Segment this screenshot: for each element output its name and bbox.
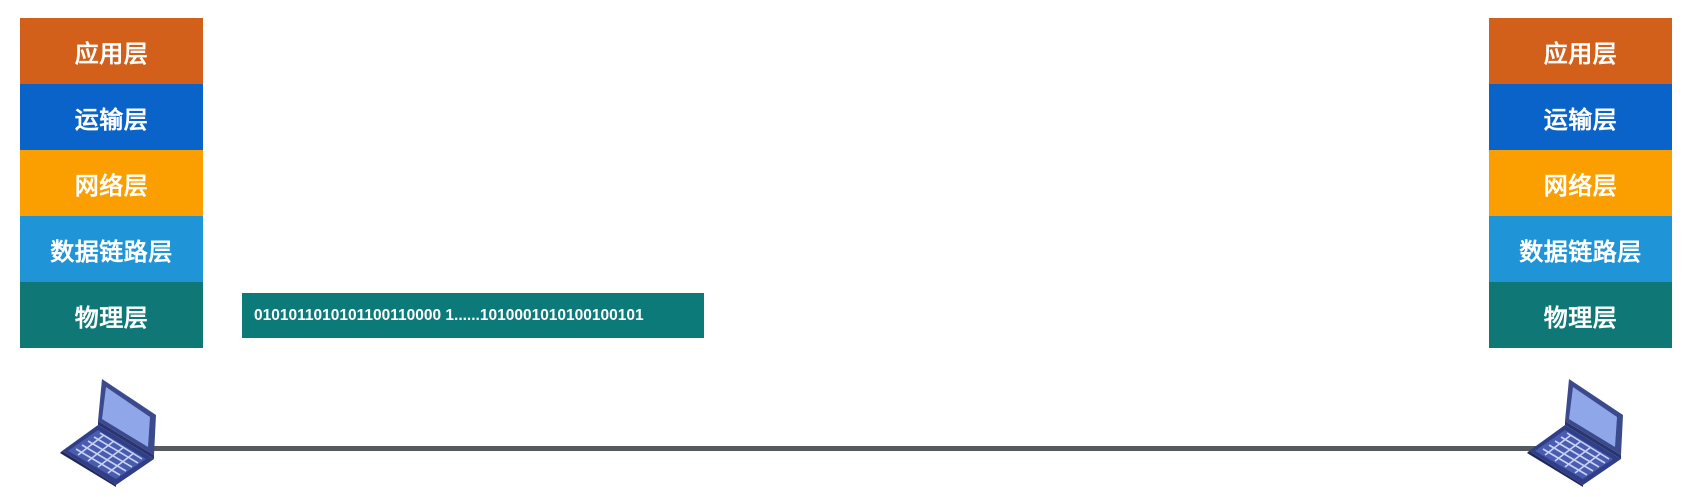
bitstream-label: 0101011010101100110000 1......1010001010… — [242, 293, 704, 338]
laptop-icon — [1527, 379, 1623, 487]
right-laptop-icon — [1525, 377, 1635, 487]
right-physical-layer: 物理层 — [1489, 282, 1672, 348]
left-physical-layer: 物理层 — [20, 282, 203, 348]
left-network-layer: 网络层 — [20, 150, 203, 216]
left-application-layer: 应用层 — [20, 18, 203, 84]
right-application-layer: 应用层 — [1489, 18, 1672, 84]
right-data-link-layer: 数据链路层 — [1489, 216, 1672, 282]
right-host-protocol-stack: 应用层 运输层 网络层 数据链路层 物理层 — [1489, 18, 1672, 348]
left-host-protocol-stack: 应用层 运输层 网络层 数据链路层 物理层 — [20, 18, 203, 348]
left-transport-layer: 运输层 — [20, 84, 203, 150]
left-data-link-layer: 数据链路层 — [20, 216, 203, 282]
transmission-link-line — [150, 446, 1550, 451]
right-network-layer: 网络层 — [1489, 150, 1672, 216]
left-laptop-icon — [58, 377, 168, 487]
right-transport-layer: 运输层 — [1489, 84, 1672, 150]
laptop-icon — [60, 379, 156, 487]
